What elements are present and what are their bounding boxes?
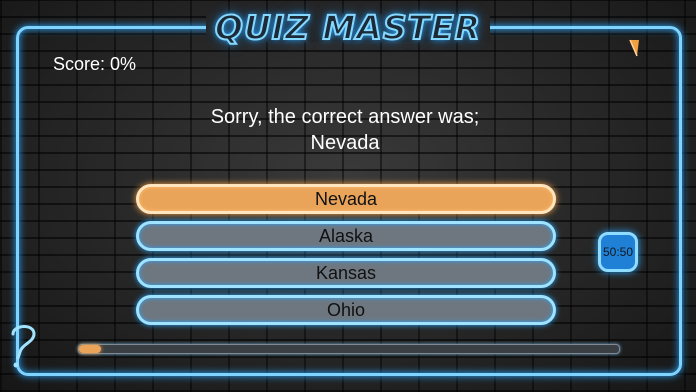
feedback-message: Sorry, the correct answer was; Nevada — [140, 104, 550, 156]
answer-option-1[interactable]: Nevada — [136, 184, 556, 214]
answer-option-3[interactable]: Kansas — [136, 258, 556, 288]
game-title: QUIZ MASTER — [214, 7, 482, 48]
answer-list: Nevada Alaska Kansas Ohio — [136, 184, 556, 332]
feedback-line-1: Sorry, the correct answer was; — [210, 106, 480, 128]
fifty-fifty-button[interactable]: 50:50 — [598, 232, 638, 272]
question-mark-icon[interactable] — [4, 320, 42, 368]
score-label: Score: 0% — [53, 54, 137, 74]
flag-icon[interactable] — [626, 38, 642, 58]
feedback-line-2: Nevada — [310, 132, 380, 154]
progress-fill — [79, 345, 101, 353]
progress-bar — [78, 344, 620, 354]
answer-option-4[interactable]: Ohio — [136, 295, 556, 325]
answer-option-2[interactable]: Alaska — [136, 221, 556, 251]
